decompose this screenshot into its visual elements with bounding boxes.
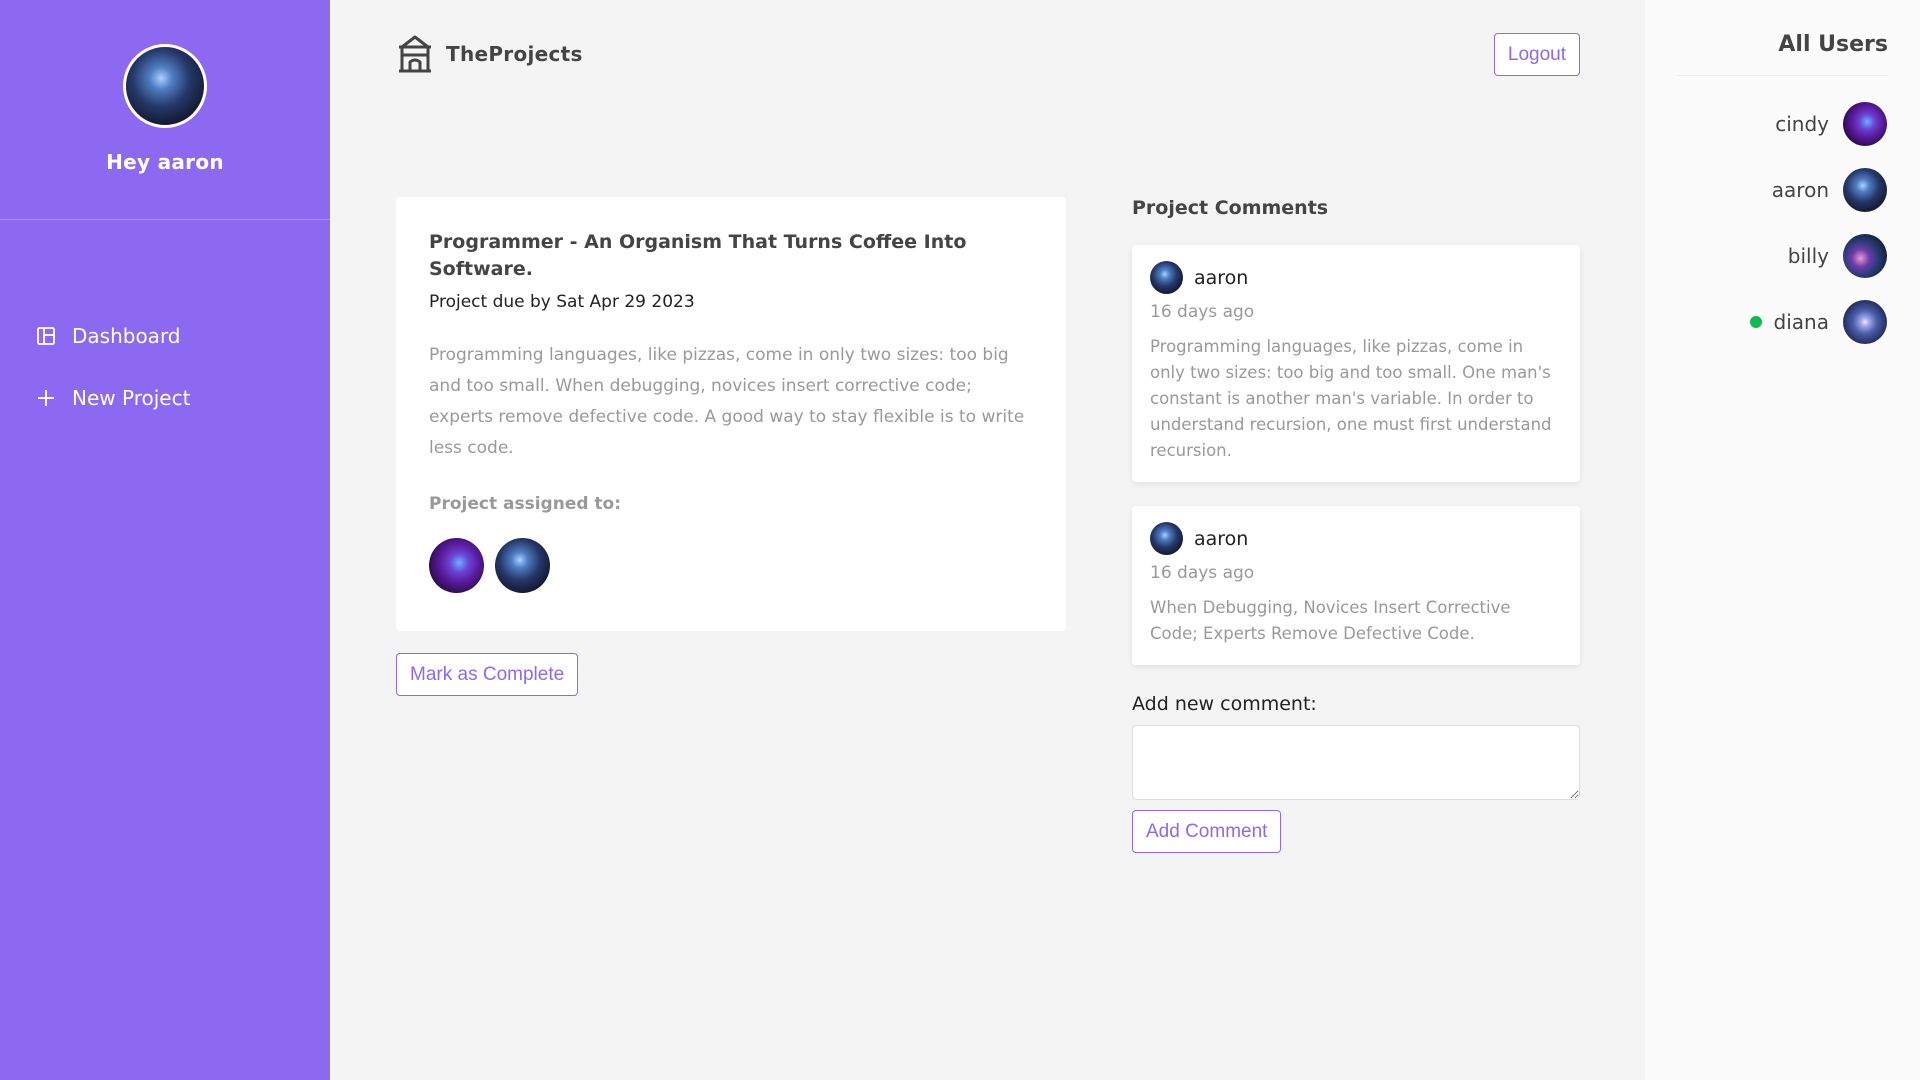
user-list-item: billy bbox=[1645, 232, 1920, 280]
sidebar-item-label: New Project bbox=[72, 386, 191, 410]
project-summary: Programmer - An Organism That Turns Coff… bbox=[396, 197, 1066, 631]
dashboard-icon bbox=[36, 326, 56, 346]
avatar bbox=[1843, 234, 1887, 278]
navbar: TheProjects Logout bbox=[396, 30, 1580, 80]
assigned-label: Project assigned to: bbox=[429, 494, 622, 515]
user-name: cindy bbox=[1775, 112, 1829, 136]
project-title: Programmer - An Organism That Turns Coff… bbox=[429, 231, 967, 280]
greeting: Hey aaron bbox=[106, 150, 224, 174]
avatar bbox=[429, 538, 484, 594]
comment-content: When Debugging, Novices Insert Correctiv… bbox=[1150, 598, 1511, 643]
user-list-item: aaron bbox=[1645, 166, 1920, 214]
add-comment-button[interactable]: Add Comment bbox=[1132, 810, 1282, 853]
logout-button[interactable]: Logout bbox=[1493, 33, 1580, 76]
avatar bbox=[1843, 168, 1887, 212]
sidebar-item-new-project[interactable]: New Project bbox=[36, 378, 330, 418]
brand: TheProjects bbox=[396, 30, 583, 78]
project-comments: Project Comments aaron 16 days ago Progr… bbox=[1132, 197, 1580, 853]
mark-complete-button[interactable]: Mark as Complete bbox=[396, 653, 579, 696]
avatar bbox=[1150, 261, 1183, 294]
sidebar-nav: Dashboard New Project bbox=[0, 220, 330, 418]
user-name: aaron bbox=[1771, 178, 1829, 202]
comment-item: aaron 16 days ago Programming languages,… bbox=[1132, 245, 1580, 482]
main-content: TheProjects Logout Programmer - An Organ… bbox=[330, 0, 1645, 1080]
sidebar-user: Hey aaron bbox=[0, 0, 330, 220]
avatar bbox=[123, 44, 207, 128]
sidebar: Hey aaron Dashboard New Project bbox=[0, 0, 330, 1080]
user-list-item: cindy bbox=[1645, 100, 1920, 148]
user-list: All Users cindy aaron billy diana bbox=[1645, 0, 1920, 1080]
brand-name: TheProjects bbox=[446, 42, 583, 66]
sidebar-item-label: Dashboard bbox=[72, 324, 181, 348]
comment-content: Programming languages, like pizzas, come… bbox=[1150, 337, 1552, 460]
add-comment-label: Add new comment: bbox=[1132, 693, 1317, 715]
user-name: billy bbox=[1787, 244, 1829, 268]
temple-icon bbox=[396, 34, 434, 74]
user-list-item: diana bbox=[1645, 298, 1920, 346]
comment-author: aaron bbox=[1194, 266, 1249, 289]
avatar bbox=[1843, 300, 1887, 344]
comment-input[interactable] bbox=[1132, 725, 1580, 800]
avatar bbox=[1150, 522, 1183, 555]
user-name: diana bbox=[1773, 310, 1829, 334]
online-status-dot bbox=[1749, 316, 1762, 328]
comment-author: aaron bbox=[1194, 527, 1249, 550]
user-list-heading: All Users bbox=[1677, 32, 1888, 76]
comment-author-row: aaron bbox=[1150, 261, 1562, 294]
plus-icon bbox=[36, 388, 56, 408]
comment-item: aaron 16 days ago When Debugging, Novice… bbox=[1132, 506, 1580, 665]
comment-date: 16 days ago bbox=[1150, 563, 1255, 583]
comments-heading: Project Comments bbox=[1132, 197, 1329, 219]
project-details: Programming languages, like pizzas, come… bbox=[429, 345, 1025, 459]
project-due-date: Project due by Sat Apr 29 2023 bbox=[429, 292, 695, 313]
comment-author-row: aaron bbox=[1150, 522, 1562, 555]
avatar bbox=[1843, 102, 1887, 146]
user-list-items: cindy aaron billy diana bbox=[1645, 76, 1920, 346]
comment-date: 16 days ago bbox=[1150, 302, 1255, 322]
sidebar-item-dashboard[interactable]: Dashboard bbox=[36, 316, 330, 356]
avatar bbox=[495, 538, 550, 594]
assigned-users bbox=[429, 538, 1033, 594]
